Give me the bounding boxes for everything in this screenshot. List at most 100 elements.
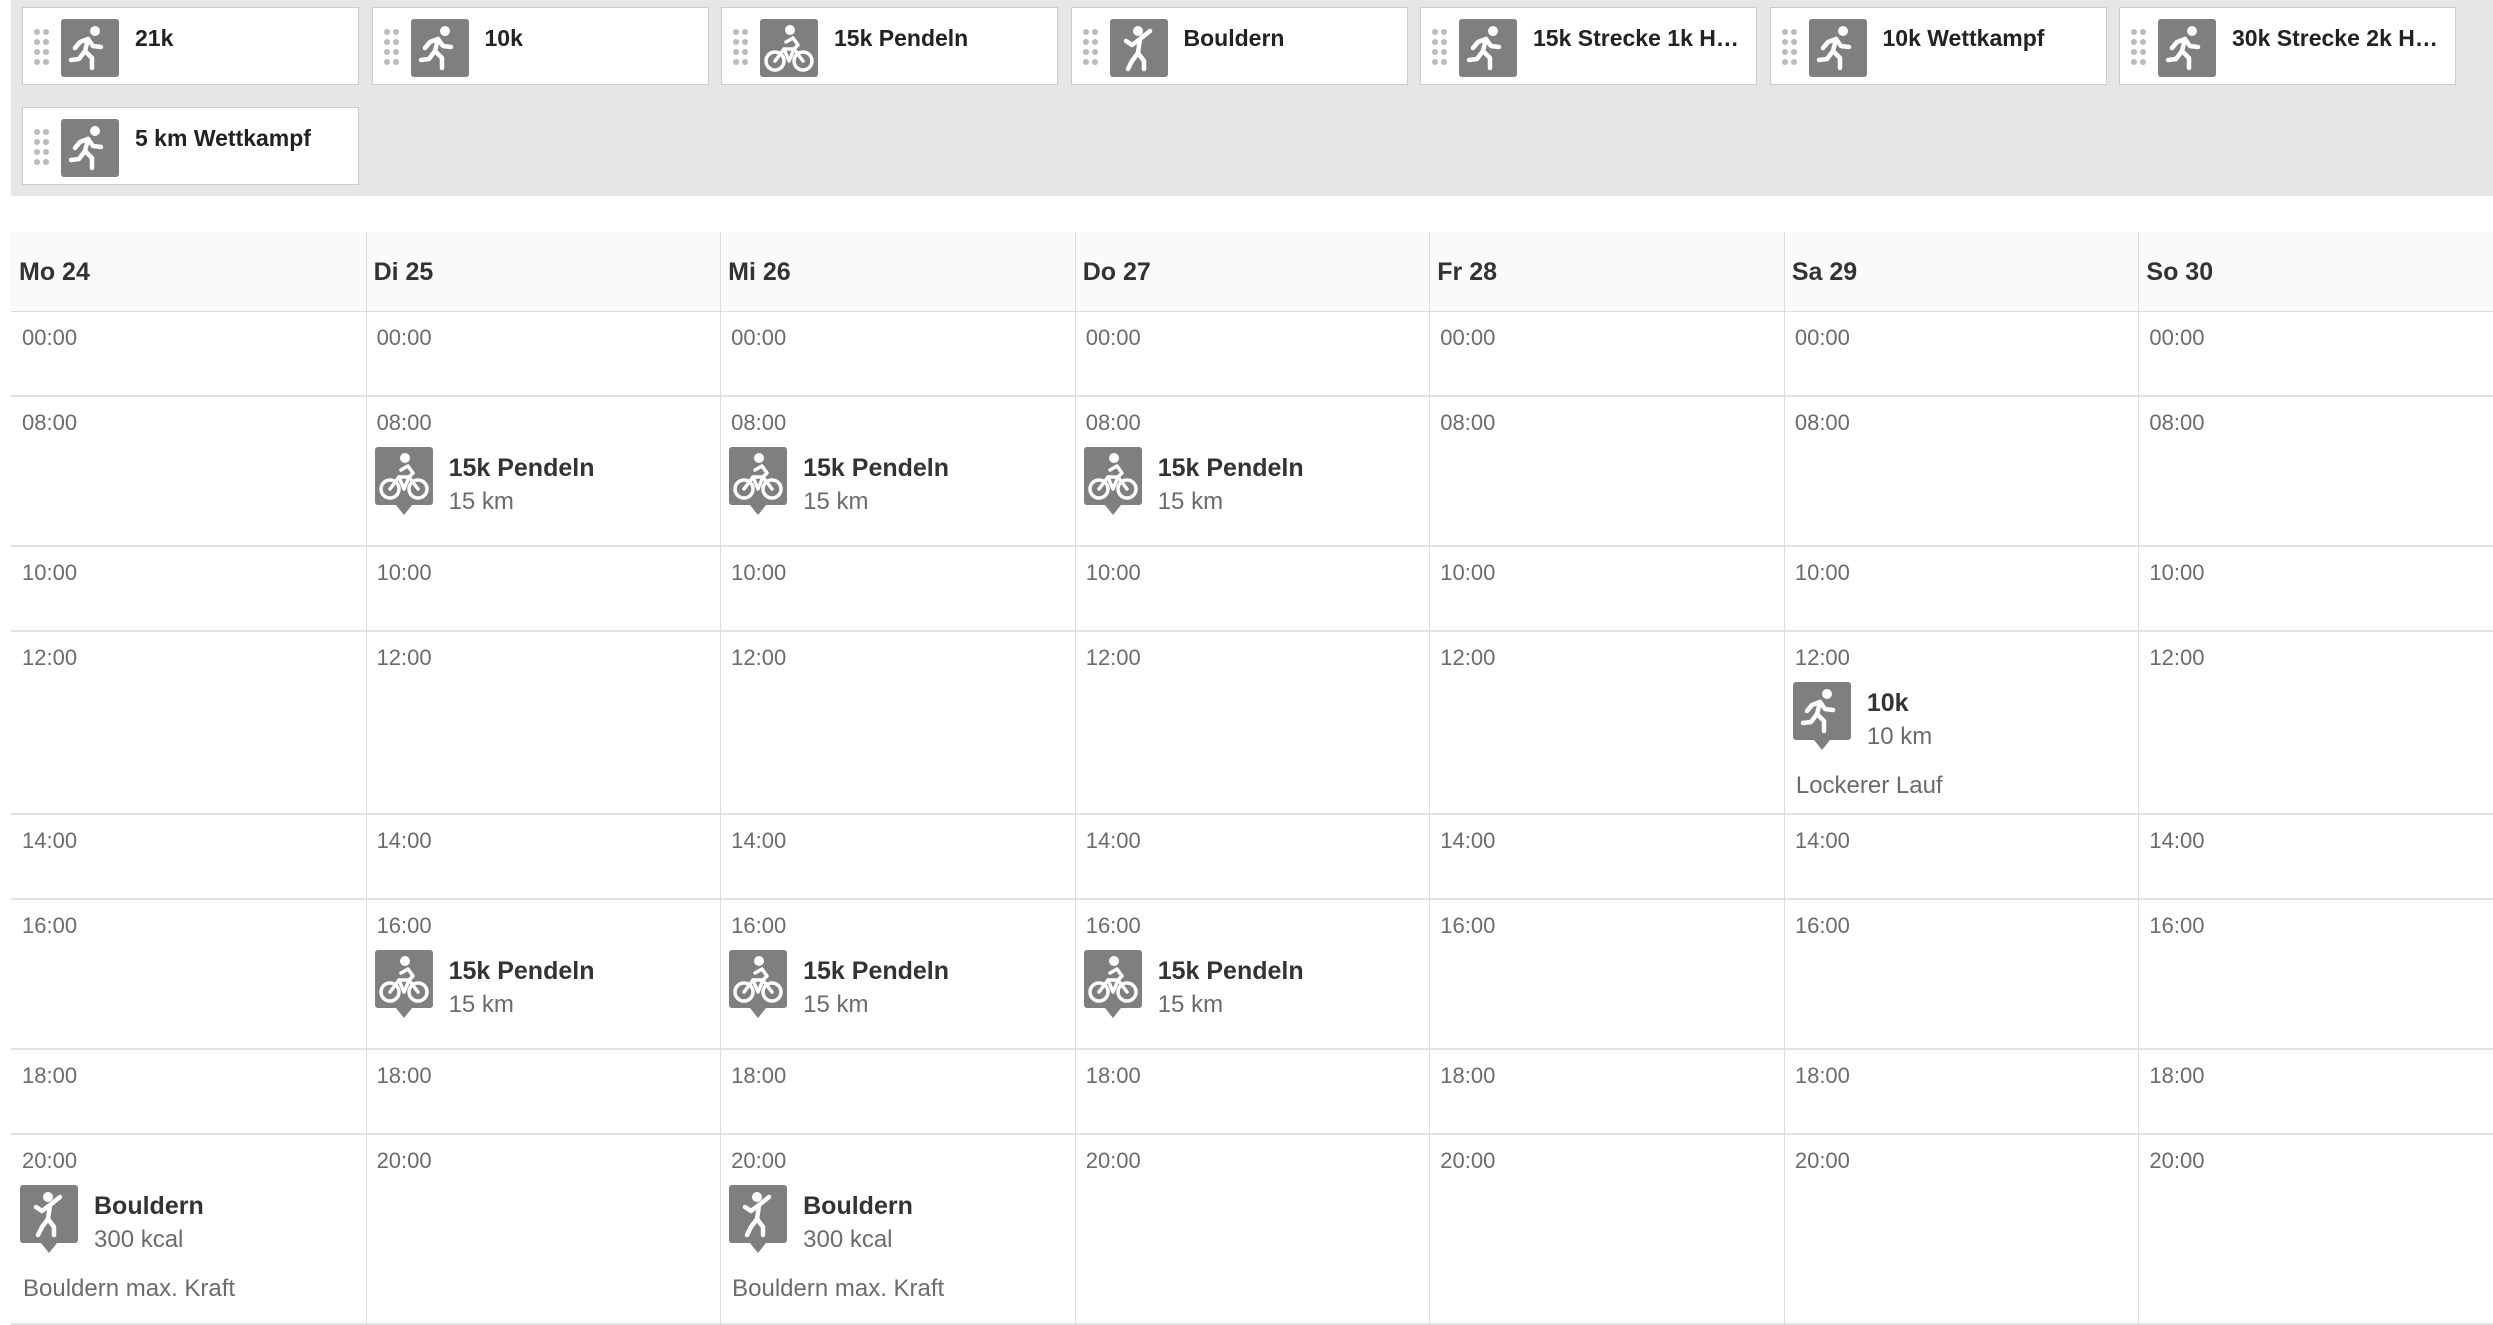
running-icon <box>410 19 469 77</box>
time-slot[interactable]: 10:00 <box>1783 547 2139 632</box>
drag-handle-icon[interactable] <box>1432 29 1448 65</box>
drag-handle-icon[interactable] <box>34 29 50 65</box>
time-slot[interactable]: 00:00 <box>1074 312 1430 397</box>
event-detail: 15 km <box>1157 488 1224 515</box>
slot-time-label: 08:00 <box>1085 410 1141 435</box>
time-slot[interactable]: 20:00 <box>1074 1135 1430 1325</box>
workout-template-card[interactable]: 5 km Wettkampf <box>22 107 359 185</box>
time-slot[interactable]: 00:00 <box>365 312 721 397</box>
slot-time-label: 16:00 <box>1794 913 1850 938</box>
workout-template-card[interactable]: 15k Pendeln <box>721 7 1058 85</box>
time-slot[interactable]: 14:00 <box>11 815 366 900</box>
cycling-icon <box>729 447 788 515</box>
time-slot[interactable]: 00:00 <box>720 312 1075 397</box>
time-slot[interactable]: 14:00 <box>720 815 1075 900</box>
time-slot[interactable]: 10:00 <box>720 547 1075 632</box>
workout-template-card[interactable]: 21k <box>22 7 359 85</box>
calendar-event[interactable]: Bouldern 300 kcal Bouldern max. Kraft <box>20 1185 355 1305</box>
drag-handle-icon[interactable] <box>34 129 50 165</box>
slot-time-label: 12:00 <box>1085 645 1141 670</box>
calendar-event[interactable]: 15k Pendeln 15 km <box>1083 447 1419 517</box>
time-slot[interactable]: 08:00 <box>11 397 366 547</box>
workout-template-card[interactable]: 10k Wettkampf <box>1769 7 2107 85</box>
time-slot[interactable]: 16:00 <box>11 900 366 1050</box>
time-slot[interactable]: 00:00 <box>11 312 366 397</box>
workout-template-card[interactable]: 15k Strecke 1k Hügel <box>1420 7 1757 85</box>
slot-time-label: 08:00 <box>376 410 432 435</box>
time-slot[interactable]: 08:00 <box>2138 397 2493 547</box>
time-slot[interactable]: 10:00 <box>2138 547 2493 632</box>
slot-time-label: 10:00 <box>1794 560 1850 585</box>
slot-time-label: 18:00 <box>1440 1063 1496 1088</box>
slot-time-label: 18:00 <box>731 1063 787 1088</box>
event-title: 15k Pendeln <box>1157 957 1304 985</box>
slot-time-label: 14:00 <box>1794 828 1850 853</box>
drag-handle-icon[interactable] <box>733 29 749 65</box>
slot-time-label: 10:00 <box>376 560 432 585</box>
time-slot[interactable]: 00:00 <box>1429 312 1784 397</box>
workout-template-card[interactable]: Bouldern <box>1070 7 1408 85</box>
time-slot[interactable]: 18:00 <box>1074 1050 1430 1135</box>
slot-time-label: 18:00 <box>376 1063 432 1088</box>
slot-time-label: 12:00 <box>731 645 787 670</box>
calendar-event[interactable]: Bouldern 300 kcal Bouldern max. Kraft <box>729 1185 1064 1305</box>
workout-template-card[interactable]: 30k Strecke 2k Hügel <box>2119 7 2456 85</box>
column-divider <box>2138 232 2140 1325</box>
time-slot[interactable]: 18:00 <box>365 1050 721 1135</box>
time-slot[interactable]: 10:00 <box>11 547 366 632</box>
time-slot[interactable]: 00:00 <box>2138 312 2493 397</box>
running-icon <box>1808 19 1867 77</box>
event-detail: 15 km <box>1157 991 1224 1018</box>
workout-template-card[interactable]: 10k <box>371 7 709 85</box>
time-slot[interactable]: 08:00 <box>1783 397 2139 547</box>
time-slot[interactable]: 18:00 <box>1429 1050 1784 1135</box>
calendar-event[interactable]: 15k Pendeln 15 km <box>729 950 1064 1020</box>
slot-time-label: 00:00 <box>22 325 78 350</box>
time-slot[interactable]: 12:00 <box>1074 632 1430 815</box>
time-slot[interactable]: 00:00 <box>1783 312 2139 397</box>
time-slot[interactable]: 14:00 <box>1429 815 1784 900</box>
calendar-event[interactable]: 15k Pendeln 15 km <box>374 447 710 517</box>
time-slot[interactable]: 20:00 <box>365 1135 721 1325</box>
time-slot[interactable]: 20:00 <box>2138 1135 2493 1325</box>
slot-time-label: 00:00 <box>731 325 787 350</box>
time-slot[interactable]: 14:00 <box>2138 815 2493 900</box>
time-slot[interactable]: 18:00 <box>11 1050 366 1135</box>
time-slot[interactable]: 14:00 <box>1783 815 2139 900</box>
slot-time-label: 20:00 <box>731 1148 787 1173</box>
time-slot[interactable]: 18:00 <box>1783 1050 2139 1135</box>
time-slot[interactable]: 16:00 <box>1783 900 2139 1050</box>
time-slot[interactable]: 12:00 <box>2138 632 2493 815</box>
week-calendar: Mo 24 00:00 08:00 10:00 12:00 14:00 16:00 18:00… <box>11 232 2493 1325</box>
time-slot[interactable]: 14:00 <box>365 815 721 900</box>
calendar-event[interactable]: 15k Pendeln 15 km <box>729 447 1064 517</box>
time-slot[interactable]: 12:00 <box>11 632 366 815</box>
calendar-event[interactable]: 15k Pendeln 15 km <box>374 950 710 1020</box>
time-slot[interactable]: 12:00 <box>720 632 1075 815</box>
time-slot[interactable]: 18:00 <box>2138 1050 2493 1135</box>
time-slot[interactable]: 12:00 <box>365 632 721 815</box>
drag-handle-icon[interactable] <box>383 29 400 65</box>
event-detail: 15 km <box>803 488 869 515</box>
time-slot[interactable]: 08:00 <box>1429 397 1784 547</box>
event-note: Bouldern max. Kraft <box>23 1275 236 1302</box>
cycling-icon <box>760 19 818 77</box>
slot-time-label: 16:00 <box>2149 913 2205 938</box>
time-slot[interactable]: 14:00 <box>1074 815 1430 900</box>
drag-handle-icon[interactable] <box>2131 29 2147 65</box>
slot-time-label: 08:00 <box>731 410 787 435</box>
calendar-event[interactable]: 10k 10 km Lockerer Lauf <box>1792 682 2128 802</box>
time-slot[interactable]: 12:00 <box>1429 632 1784 815</box>
time-slot[interactable]: 18:00 <box>720 1050 1075 1135</box>
drag-handle-icon[interactable] <box>1781 29 1798 65</box>
column-divider <box>1074 232 1076 1325</box>
time-slot[interactable]: 10:00 <box>1074 547 1430 632</box>
drag-handle-icon[interactable] <box>1082 29 1099 65</box>
time-slot[interactable]: 10:00 <box>365 547 721 632</box>
time-slot[interactable]: 16:00 <box>1429 900 1784 1050</box>
time-slot[interactable]: 10:00 <box>1429 547 1784 632</box>
time-slot[interactable]: 16:00 <box>2138 900 2493 1050</box>
time-slot[interactable]: 20:00 <box>1783 1135 2139 1325</box>
time-slot[interactable]: 20:00 <box>1429 1135 1784 1325</box>
calendar-event[interactable]: 15k Pendeln 15 km <box>1083 950 1419 1020</box>
